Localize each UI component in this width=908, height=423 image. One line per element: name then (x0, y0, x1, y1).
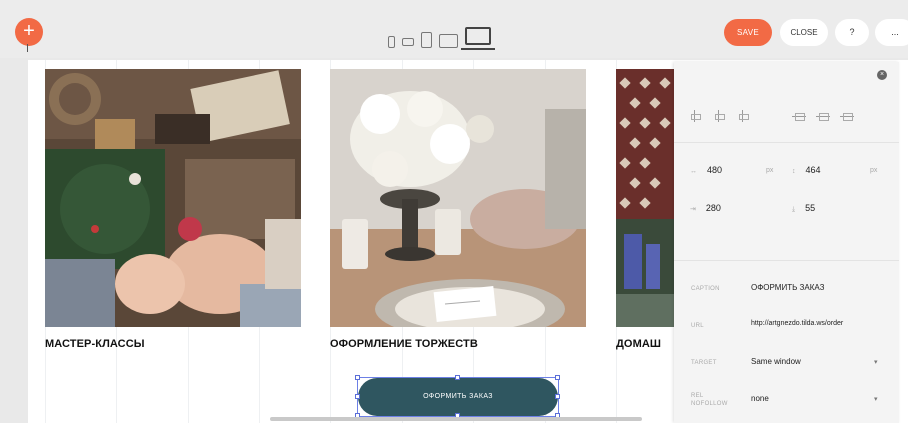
align-bottom-icon[interactable] (840, 110, 854, 122)
width-field[interactable]: ↔ 480 (690, 165, 722, 175)
height-label-icon: ↕ (792, 168, 796, 175)
card-image-workshop[interactable] (45, 69, 301, 327)
y-position-value: 55 (805, 203, 816, 213)
phone-landscape-icon[interactable] (402, 38, 414, 46)
save-button[interactable]: SAVE (724, 19, 772, 46)
width-value: 480 (707, 165, 723, 175)
tablet-landscape-icon[interactable] (439, 34, 458, 48)
resize-handle[interactable] (555, 394, 560, 399)
url-label: URL (691, 323, 704, 329)
divider (674, 142, 899, 143)
align-spacer (760, 110, 782, 124)
target-row[interactable]: TARGET Same window ▾ (674, 343, 899, 383)
target-select[interactable]: Same window (751, 357, 801, 366)
more-button[interactable]: ... (875, 19, 908, 46)
caption-label: CAPTION (691, 286, 720, 292)
height-value: 464 (805, 165, 821, 175)
align-center-icon[interactable] (712, 110, 726, 122)
horizontal-scrollbar[interactable] (270, 417, 642, 421)
nofollow-row[interactable]: REL NOFOLLOW none ▾ (674, 380, 899, 420)
close-button[interactable]: CLOSE (780, 19, 828, 46)
align-toolbar (688, 110, 888, 124)
url-input[interactable]: http://artgnezdo.tilda.ws/order (751, 320, 843, 327)
device-switcher (388, 20, 495, 50)
nofollow-label: REL NOFOLLOW (691, 393, 728, 407)
element-settings-panel: × ↔ 480 px ↕ 464 px ⇥ 280 ⤓ 55 CAPTION ОФОРМ… (674, 62, 899, 423)
target-label: TARGET (691, 360, 717, 366)
caption-row[interactable]: CAPTION ОФОРМИТЬ ЗАКАЗ (674, 269, 899, 309)
align-top-icon[interactable] (792, 110, 806, 122)
x-position-icon: ⇥ (690, 206, 696, 213)
align-middle-icon[interactable] (816, 110, 830, 122)
laptop-icon[interactable] (461, 27, 495, 50)
phone-icon[interactable] (388, 36, 395, 48)
resize-handle[interactable] (555, 375, 560, 380)
align-left-icon[interactable] (688, 110, 702, 122)
resize-handle[interactable] (355, 394, 360, 399)
selection-frame (357, 377, 559, 417)
align-right-icon[interactable] (736, 110, 750, 122)
nofollow-select[interactable]: none (751, 394, 769, 403)
editor-toolbar: + SAVE CLOSE ? ... (0, 0, 908, 58)
card-title-table-decor: ОФОРМЛЕНИЕ ТОРЖЕСТВ (330, 338, 478, 350)
chevron-down-icon[interactable]: ▾ (874, 358, 878, 366)
card-title-workshop: МАСТЕР-КЛАССЫ (45, 338, 145, 350)
y-position-field[interactable]: ⤓ 55 (792, 203, 815, 214)
close-icon[interactable]: × (877, 70, 887, 80)
panel-header: × (674, 62, 899, 84)
divider (674, 260, 899, 261)
card-image-table-decor[interactable] (330, 69, 586, 327)
x-position-field[interactable]: ⇥ 280 (690, 203, 721, 213)
width-label-icon: ↔ (690, 168, 697, 175)
y-position-icon: ⤓ (792, 206, 796, 213)
card-image-home-decor[interactable] (616, 69, 676, 327)
order-button-selection: ОФОРМИТЬ ЗАКАЗ (355, 375, 560, 418)
width-unit: px (766, 167, 774, 174)
height-unit: px (870, 167, 878, 174)
chevron-down-icon[interactable]: ▾ (874, 395, 878, 403)
height-field[interactable]: ↕ 464 (792, 165, 821, 175)
resize-handle[interactable] (455, 375, 460, 380)
x-position-value: 280 (705, 203, 721, 213)
resize-handle[interactable] (355, 375, 360, 380)
help-button[interactable]: ? (835, 19, 869, 46)
tablet-icon[interactable] (421, 32, 432, 48)
caption-input[interactable]: ОФОРМИТЬ ЗАКАЗ (751, 283, 824, 292)
card-title-home-decor: ДОМАШ (616, 338, 662, 350)
add-block-button[interactable]: + (15, 18, 43, 46)
add-block-cursor (27, 44, 28, 52)
url-row[interactable]: URL http://artgnezdo.tilda.ws/order (674, 306, 899, 346)
